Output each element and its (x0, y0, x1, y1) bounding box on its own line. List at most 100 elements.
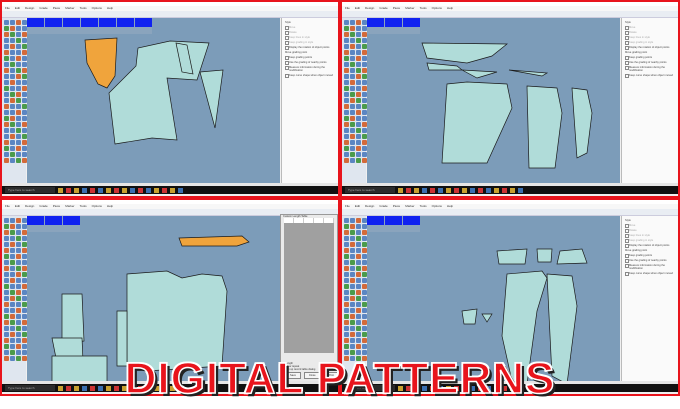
panel-option[interactable]: Move (625, 224, 675, 229)
tool-icon[interactable] (356, 158, 361, 163)
tool-icon[interactable] (10, 284, 15, 289)
tool-icon[interactable] (4, 266, 9, 271)
tool-icon[interactable] (344, 302, 349, 307)
tool-icon[interactable] (16, 152, 21, 157)
tool-icon[interactable] (10, 332, 15, 337)
tool-icon[interactable] (10, 68, 15, 73)
taskbar-app-icon[interactable] (462, 187, 467, 193)
tool-icon[interactable] (10, 272, 15, 277)
tool-icon[interactable] (344, 20, 349, 25)
pattern-piece[interactable] (441, 81, 513, 164)
panel-option[interactable]: Measure information during the modificat… (285, 66, 335, 72)
pattern-piece[interactable] (526, 85, 563, 169)
tool-icon[interactable] (356, 20, 361, 25)
tool-icon[interactable] (356, 290, 361, 295)
tool-icon[interactable] (344, 332, 349, 337)
pattern-piece[interactable] (496, 248, 528, 265)
tool-icon[interactable] (350, 278, 355, 283)
tool-icon[interactable] (4, 350, 9, 355)
tool-icon[interactable] (344, 140, 349, 145)
tool-icon[interactable] (16, 272, 21, 277)
tool-icon[interactable] (4, 68, 9, 73)
tool-icon[interactable] (344, 224, 349, 229)
panel-option[interactable]: Keep lines in style (285, 36, 335, 41)
tool-icon[interactable] (350, 326, 355, 331)
tool-icon[interactable] (16, 284, 21, 289)
tool-icon[interactable] (16, 230, 21, 235)
panel-option[interactable]: Keep grading points (625, 56, 675, 61)
tool-icon[interactable] (356, 134, 361, 139)
tool-icon[interactable] (350, 110, 355, 115)
tool-icon[interactable] (350, 62, 355, 67)
tool-icon[interactable] (16, 110, 21, 115)
tool-icon[interactable] (10, 254, 15, 259)
taskbar-app-icon[interactable] (146, 187, 151, 193)
tool-icon[interactable] (16, 290, 21, 295)
tool-icon[interactable] (344, 218, 349, 223)
tool-icon[interactable] (356, 32, 361, 37)
tool-icon[interactable] (16, 20, 21, 25)
tool-icon[interactable] (16, 140, 21, 145)
tool-icon[interactable] (356, 338, 361, 343)
tool-icon[interactable] (10, 44, 15, 49)
taskbar-app-icon[interactable] (130, 187, 135, 193)
tool-icon[interactable] (16, 158, 21, 163)
tool-icon[interactable] (10, 290, 15, 295)
tool-icon[interactable] (344, 38, 349, 43)
tool-icon[interactable] (4, 20, 9, 25)
tool-icon[interactable] (4, 38, 9, 43)
taskbar-app-icon[interactable] (414, 187, 419, 193)
panel-option[interactable]: Keep lines in style (625, 234, 675, 239)
tool-icon[interactable] (344, 98, 349, 103)
tool-icon[interactable] (350, 44, 355, 49)
panel-option[interactable]: Measure information during the modificat… (625, 66, 675, 72)
tool-icon[interactable] (344, 44, 349, 49)
pattern-piece[interactable] (421, 42, 508, 64)
tool-icon[interactable] (350, 230, 355, 235)
tool-icon[interactable] (4, 110, 9, 115)
tool-icon[interactable] (10, 38, 15, 43)
tool-icon[interactable] (16, 128, 21, 133)
pattern-piece[interactable] (199, 69, 224, 129)
tool-icon[interactable] (356, 272, 361, 277)
tool-icon[interactable] (350, 80, 355, 85)
tool-icon[interactable] (4, 314, 9, 319)
pattern-piece[interactable] (481, 313, 493, 323)
panel-option[interactable]: Keep grading in style (285, 41, 335, 46)
tool-icon[interactable] (356, 326, 361, 331)
tool-icon[interactable] (350, 242, 355, 247)
tool-icon[interactable] (356, 260, 361, 265)
tool-icon[interactable] (350, 302, 355, 307)
tool-icon[interactable] (356, 86, 361, 91)
pattern-piece[interactable] (108, 40, 210, 145)
pattern-piece[interactable] (571, 87, 593, 159)
tool-icon[interactable] (4, 44, 9, 49)
taskbar-app-icon[interactable] (138, 187, 143, 193)
tool-icon[interactable] (350, 296, 355, 301)
panel-option[interactable]: Use the grading of nearby points (625, 61, 675, 66)
taskbar-app-icon[interactable] (486, 187, 491, 193)
tool-icon[interactable] (344, 134, 349, 139)
panel-option[interactable]: Keep grading points (285, 56, 335, 61)
tool-icon[interactable] (4, 224, 9, 229)
panel-option[interactable]: Keep grading in style (625, 41, 675, 46)
tool-icon[interactable] (344, 50, 349, 55)
tool-icon[interactable] (350, 158, 355, 163)
tool-icon[interactable] (16, 278, 21, 283)
tool-icon[interactable] (10, 26, 15, 31)
tool-icon[interactable] (4, 80, 9, 85)
tool-icon[interactable] (16, 320, 21, 325)
tool-icon[interactable] (10, 56, 15, 61)
taskbar-app-icon[interactable] (66, 187, 71, 193)
tool-icon[interactable] (350, 290, 355, 295)
tool-icon[interactable] (350, 152, 355, 157)
tool-icon[interactable] (350, 254, 355, 259)
tool-icon[interactable] (350, 308, 355, 313)
tool-icon[interactable] (344, 338, 349, 343)
tool-icon[interactable] (16, 332, 21, 337)
tool-icon[interactable] (10, 308, 15, 313)
tool-icon[interactable] (10, 296, 15, 301)
tool-icon[interactable] (16, 134, 21, 139)
taskbar-app-icon[interactable] (422, 187, 427, 193)
tool-icon[interactable] (356, 44, 361, 49)
